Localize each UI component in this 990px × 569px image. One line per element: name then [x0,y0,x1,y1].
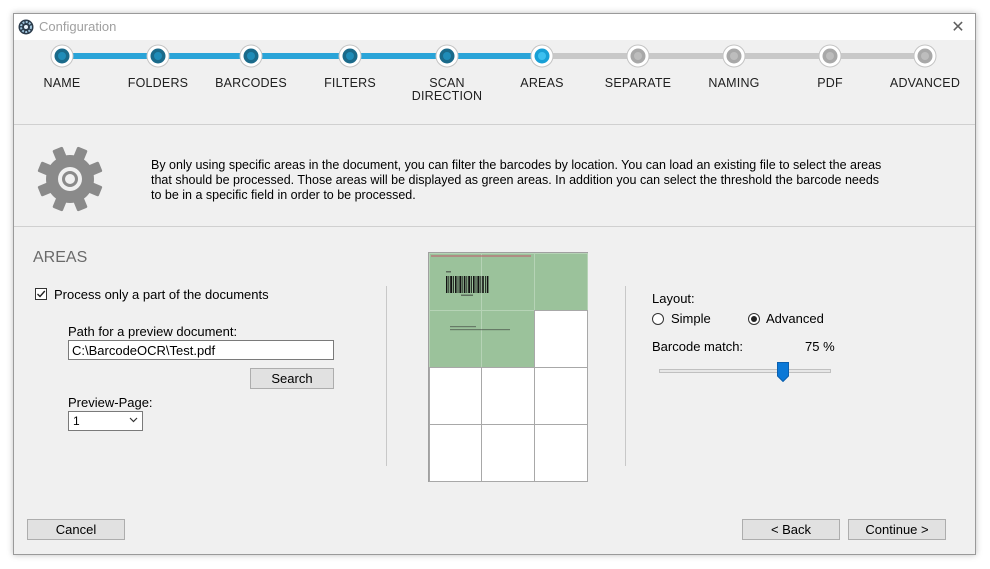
area-cell[interactable] [481,309,535,368]
area-cell[interactable] [481,252,535,311]
stepper-connector [158,53,251,59]
step-label-0: NAME [43,76,81,90]
step-marker-7[interactable] [722,44,746,68]
area-cell[interactable] [428,309,483,368]
checkmark-icon [37,290,46,298]
search-button[interactable]: Search [250,368,334,389]
layout-advanced-radio[interactable] [748,313,760,325]
area-cell[interactable] [533,366,588,425]
configuration-window: Configuration ✕ NAME FOLDERS BARCODES FILTE… [13,13,976,555]
stepper-connector [638,53,734,59]
area-grid [428,252,588,482]
stepper-connector [542,53,638,59]
step-label-7: NAMING [708,76,760,90]
info-text: By only using specific areas in the docu… [151,158,882,202]
stepper-connector [62,53,158,59]
info-panel: By only using specific areas in the docu… [14,125,975,226]
barcode-match-value: 75 % [805,339,835,354]
preview-page-select[interactable]: 1 [68,411,143,431]
cancel-button[interactable]: Cancel [27,519,125,540]
step-marker-2[interactable] [239,44,263,68]
close-button[interactable]: ✕ [941,14,975,40]
path-label: Path for a preview document: [68,324,238,339]
layout-simple-label: Simple [671,311,711,326]
preview-page-label: Preview-Page: [68,395,153,410]
gear-icon [37,146,103,212]
step-marker-8[interactable] [818,44,842,68]
step-label-9: ADVANCED [889,76,961,90]
area-cell[interactable] [481,366,535,425]
step-label-6: SEPARATE [604,76,672,90]
divider [625,286,626,466]
section-title: AREAS [33,249,88,266]
step-marker-4[interactable] [435,44,459,68]
stepper-connector [350,53,447,59]
area-cell[interactable] [533,252,588,311]
stepper-connector [734,53,830,59]
step-marker-1[interactable] [146,44,170,68]
area-cell[interactable] [428,252,483,311]
layout-simple-radio[interactable] [652,313,664,325]
step-marker-0[interactable] [50,44,74,68]
area-cell[interactable] [428,423,483,482]
title-bar[interactable]: Configuration ✕ [14,14,975,40]
area-cell[interactable] [428,366,483,425]
step-marker-9[interactable] [913,44,937,68]
stepper-connector [251,53,350,59]
barcode-match-slider[interactable] [659,369,831,373]
preview-page-value: 1 [73,414,80,428]
step-marker-5[interactable] [530,44,554,68]
step-label-8: PDF [817,76,843,90]
app-gear-icon [18,19,34,35]
step-label-4: SCAN DIRECTION [411,76,483,103]
step-label-2: BARCODES [215,76,287,90]
wizard-stepper: NAME FOLDERS BARCODES FILTERS SCAN DIRECTION… [14,40,975,124]
area-cell[interactable] [533,309,588,368]
slider-handle[interactable] [777,362,789,382]
step-label-5: AREAS [520,76,564,90]
stepper-connector [830,53,925,59]
process-part-checkbox[interactable] [35,288,47,300]
barcode-match-label: Barcode match: [652,339,744,354]
step-marker-3[interactable] [338,44,362,68]
area-cell[interactable] [533,423,588,482]
area-cell[interactable] [481,423,535,482]
divider [14,226,975,227]
layout-advanced-label: Advanced [766,311,824,326]
path-input[interactable] [68,340,334,360]
stepper-connector [447,53,542,59]
continue-button[interactable]: Continue > [848,519,946,540]
step-label-3: FILTERS [324,76,376,90]
back-button[interactable]: < Back [742,519,840,540]
close-icon: ✕ [951,19,965,36]
step-marker-6[interactable] [626,44,650,68]
divider [386,286,387,466]
layout-label: Layout: [652,291,695,306]
chevron-down-icon [129,417,138,423]
window-title: Configuration [39,19,117,34]
process-part-label: Process only a part of the documents [54,287,269,302]
